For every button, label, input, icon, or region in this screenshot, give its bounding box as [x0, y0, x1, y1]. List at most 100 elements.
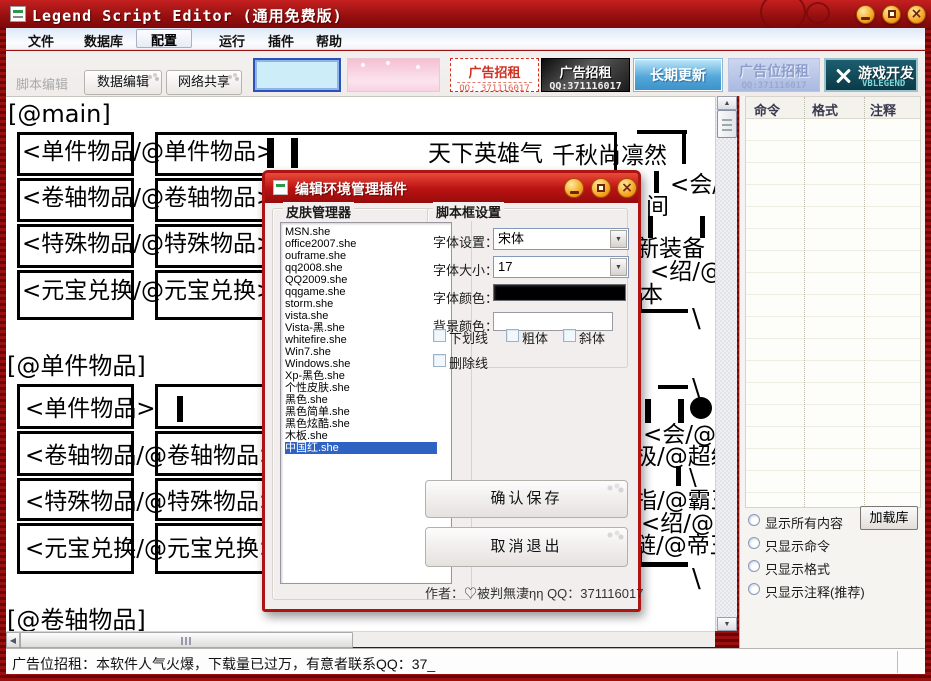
skin-list-item[interactable]: 木板.she	[285, 430, 451, 442]
titlebar-ornament-icon	[806, 2, 830, 24]
sparkle-icon	[348, 59, 439, 91]
skin-list-item[interactable]: ouframe.she	[285, 250, 451, 262]
banner-game-dev[interactable]: 游戏开发 VBLEGEND	[824, 58, 918, 92]
script-line	[291, 138, 298, 168]
skin-group-label: 皮肤管理器	[283, 202, 354, 221]
skin-list-item[interactable]: qq2008.she	[285, 262, 451, 274]
scrollbar-thumb[interactable]	[717, 110, 737, 138]
maximize-icon	[888, 10, 896, 18]
strikethrough-checkbox[interactable]	[433, 354, 446, 367]
skin-list-item[interactable]: QQ2009.she	[285, 274, 451, 286]
menu-help[interactable]: 帮助	[316, 31, 342, 50]
skin-list-item[interactable]: office2007.she	[285, 238, 451, 250]
tab-script-edit[interactable]: 脚本编辑	[16, 74, 68, 93]
cancel-exit-button[interactable]: 取消退出	[425, 527, 628, 567]
script-text: 千秋尚凛然	[552, 143, 667, 169]
minimize-button[interactable]	[856, 5, 875, 24]
skin-list-item[interactable]: 黑色.she	[285, 394, 451, 406]
script-text: 极/@超级	[634, 444, 715, 470]
window-title: Legend Script Editor (通用免费版)	[32, 5, 343, 26]
banner-line2: QQ: 371116017	[457, 82, 532, 92]
script-line	[645, 399, 651, 423]
scrollbar-thumb[interactable]	[20, 632, 353, 648]
font-size-select[interactable]: 17 ▼	[493, 256, 629, 278]
close-button[interactable]: ×	[907, 5, 926, 24]
skin-list-item[interactable]: storm.she	[285, 298, 451, 310]
bold-label: 粗体	[522, 328, 548, 347]
banner-line2: VBLEGEND	[862, 79, 905, 89]
italic-checkbox[interactable]	[563, 329, 576, 342]
underline-label: 下划线	[449, 328, 488, 347]
banner-ad-white[interactable]: 广告招租 QQ: 371116017	[450, 58, 539, 92]
chevron-down-icon[interactable]: ▼	[610, 230, 627, 248]
dialog-maximize-button[interactable]	[591, 178, 611, 198]
dialog-close-button[interactable]: ×	[617, 178, 637, 198]
scroll-down-button[interactable]: ▼	[717, 617, 737, 631]
script-text: \	[692, 565, 701, 595]
skin-list-item[interactable]: qqgame.she	[285, 286, 451, 298]
banner-line1: 广告招租	[542, 62, 629, 81]
script-text: \	[692, 305, 701, 335]
editor-horizontal-scrollbar[interactable]: ◀	[6, 631, 715, 647]
radio-label: 只显示注释(推荐)	[765, 582, 865, 601]
banner-empty-cyan[interactable]	[253, 58, 341, 92]
script-line	[638, 309, 688, 313]
command-table[interactable]: 命令 格式 注释	[745, 96, 921, 508]
menu-config[interactable]: 配置	[136, 29, 192, 48]
skin-list-item[interactable]: 个性皮肤.she	[285, 382, 451, 394]
underline-checkbox[interactable]	[433, 329, 446, 342]
skin-list-item[interactable]: vista.she	[285, 310, 451, 322]
skin-list-item[interactable]: 黑色炫酷.she	[285, 418, 451, 430]
tab-data-edit[interactable]: 数据编辑	[84, 70, 162, 95]
script-line	[700, 216, 705, 238]
menu-plugin[interactable]: 插件	[268, 31, 294, 50]
dialog-titlebar: 编辑环境管理插件 ×	[265, 173, 638, 203]
skin-list-item[interactable]: MSN.she	[285, 226, 451, 238]
command-reference-panel: 命令 格式 注释 显示所有内容 只显示命令 只显示格式 只显示注释(推荐) 加载…	[739, 96, 925, 648]
confirm-save-button[interactable]: 确认保存	[425, 480, 628, 518]
titlebar-ornament-icon	[760, 0, 806, 28]
script-text: <元宝兑换/@元宝兑换>	[25, 536, 278, 562]
skin-list-item-selected[interactable]: 中国红.she	[285, 442, 437, 454]
banner-ad-blue[interactable]: 广告位招租 QQ:371116017	[728, 58, 820, 92]
menu-file[interactable]: 文件	[28, 31, 54, 50]
font-select[interactable]: 宋体 ▼	[493, 228, 629, 250]
app-window: Legend Script Editor (通用免费版) × 文件 数据库 配置…	[0, 0, 931, 681]
chevron-down-icon[interactable]: ▼	[610, 258, 627, 276]
script-line	[637, 130, 687, 134]
script-line	[678, 399, 684, 423]
load-library-button[interactable]: 加载库	[860, 506, 918, 530]
bold-checkbox[interactable]	[506, 329, 519, 342]
font-color-swatch[interactable]	[493, 284, 626, 301]
skin-list-item[interactable]: Windows.she	[285, 358, 451, 370]
editor-vertical-scrollbar[interactable]: ▲ ▼	[715, 96, 737, 631]
settings-group-label: 脚本框设置	[433, 202, 504, 221]
font-label: 字体设置：	[433, 232, 498, 251]
banner-pink[interactable]	[347, 58, 440, 92]
tab-network-share[interactable]: 网络共享	[166, 70, 242, 95]
script-section-label: [@单件物品]	[7, 353, 146, 381]
font-size-value: 17	[498, 259, 512, 274]
scroll-left-button[interactable]: ◀	[6, 632, 20, 648]
flower-decoration-icon	[227, 73, 239, 81]
script-line	[177, 396, 183, 422]
dialog-minimize-button[interactable]	[564, 178, 584, 198]
skin-list-item[interactable]: Vista-黑.she	[285, 322, 451, 334]
titlebar: Legend Script Editor (通用免费版) ×	[0, 0, 931, 28]
radio-icon	[748, 537, 760, 549]
skin-list-item[interactable]: whitefire.she	[285, 334, 451, 346]
script-section-label: [@卷轴物品]	[7, 607, 146, 631]
maximize-button[interactable]	[882, 5, 901, 24]
banner-line1: 广告招租	[451, 62, 538, 81]
crossed-swords-icon	[834, 67, 852, 85]
skin-list-item[interactable]: Xp-黑色.she	[285, 370, 451, 382]
scroll-up-button[interactable]: ▲	[717, 96, 737, 110]
skin-list-item[interactable]: Win7.she	[285, 346, 451, 358]
skin-list-item[interactable]: 黑色简单.she	[285, 406, 451, 418]
banner-ad-black[interactable]: 广告招租 QQ:371116017	[541, 58, 630, 92]
menu-database[interactable]: 数据库	[84, 31, 123, 50]
radio-label: 只显示格式	[765, 559, 830, 578]
menu-run[interactable]: 运行	[219, 31, 245, 50]
status-marquee-text: 广告位招租：本软件人气火爆，下载量已过万，有意者联系QQ：37_	[12, 654, 435, 674]
banner-long-term-update[interactable]: 长期更新	[633, 58, 723, 92]
